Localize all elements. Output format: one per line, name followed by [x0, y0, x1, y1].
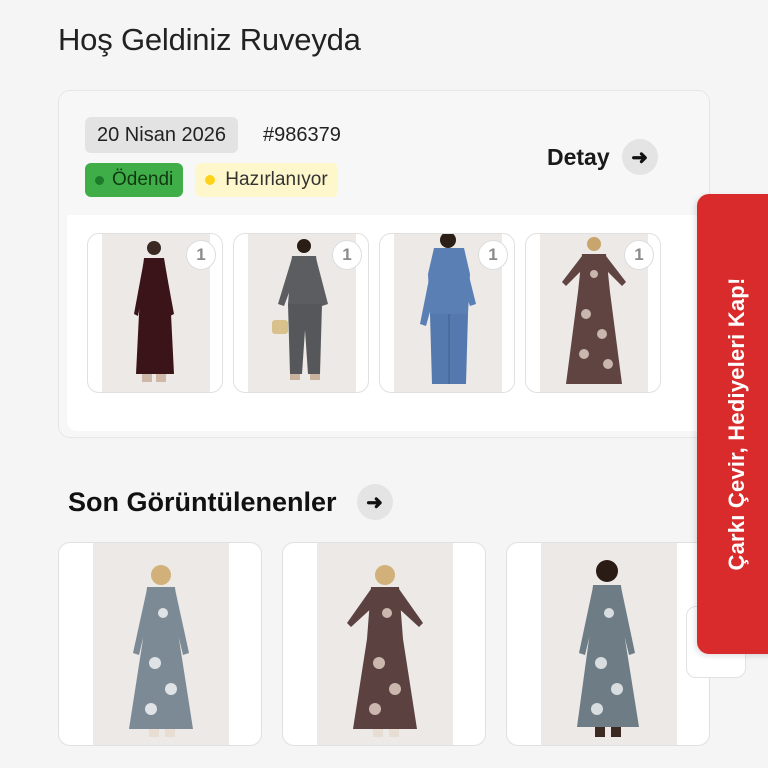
recent-product-card[interactable] [58, 542, 262, 746]
order-number: #986379 [263, 124, 341, 146]
promo-label: Çarkı Çevir, Hediyeleri Kap! [724, 277, 749, 571]
spin-wheel-promo-tab[interactable]: Çarkı Çevir, Hediyeleri Kap! [697, 194, 768, 654]
product-photo-grey-paisley-dress-2 [541, 543, 677, 745]
status-dot-icon [205, 175, 216, 185]
order-card[interactable]: 20 Nisan 2026 #986379 Ödendi Hazırlanıyo… [58, 90, 711, 438]
payment-status-label: Ödendi [112, 169, 174, 190]
fulfillment-status-badge: Hazırlanıyor [195, 163, 338, 197]
recent-product-card[interactable] [282, 542, 486, 746]
item-quantity-badge: 1 [332, 240, 362, 270]
order-item-thumbnail[interactable]: 1 [525, 233, 661, 393]
status-dot-icon [95, 175, 104, 185]
arrow-right-icon[interactable]: ➜ [621, 139, 658, 175]
product-photo-brown-paisley-dress [317, 543, 453, 745]
order-item-thumbnail[interactable]: 1 [233, 233, 369, 393]
order-detail-label: Detay [547, 143, 610, 170]
recently-viewed-header[interactable]: Son Görüntülenenler ➜ [68, 484, 393, 520]
order-status-row: Ödendi Hazırlanıyor [85, 163, 338, 197]
order-detail-link[interactable]: Detay ➜ [547, 139, 658, 175]
product-photo-grey-paisley-dress [93, 543, 229, 745]
fulfillment-status-label: Hazırlanıyor [225, 169, 328, 190]
order-item-thumbnail[interactable]: 1 [87, 233, 223, 393]
item-quantity-badge: 1 [478, 240, 508, 270]
order-item-thumbnail[interactable]: 1 [379, 233, 515, 393]
order-date-badge: 20 Nisan 2026 [85, 117, 238, 153]
recent-product-card[interactable] [506, 542, 710, 746]
item-quantity-badge: 1 [624, 240, 654, 270]
payment-status-badge: Ödendi [85, 163, 184, 197]
order-items-panel: 1 1 1 1 [67, 215, 711, 431]
arrow-right-icon[interactable]: ➜ [356, 484, 393, 520]
welcome-heading: Hoş Geldiniz Ruveyda [58, 22, 361, 57]
item-quantity-badge: 1 [186, 240, 216, 270]
recently-viewed-title: Son Görüntülenenler [68, 486, 337, 517]
